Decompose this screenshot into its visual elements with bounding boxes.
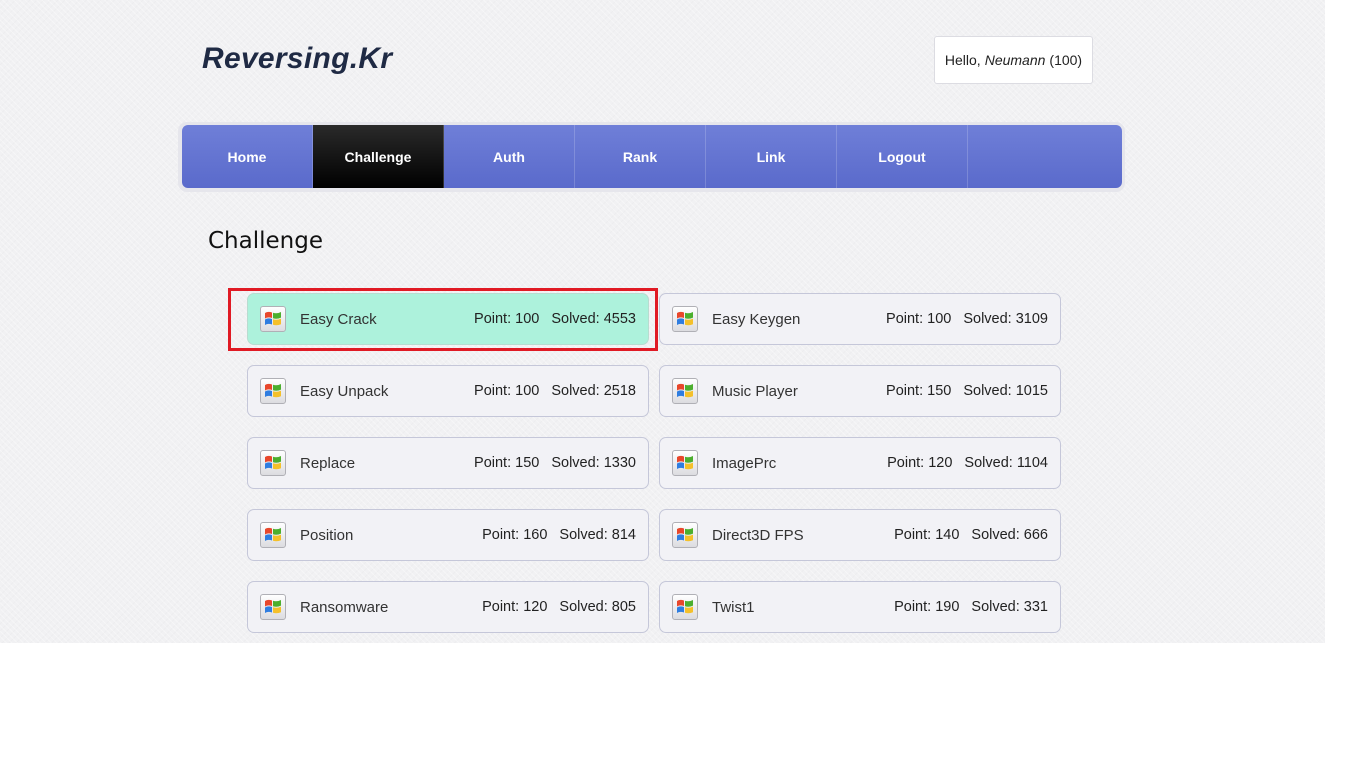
windows-logo-icon	[672, 522, 698, 548]
challenge-solved: Solved: 2518	[551, 383, 636, 399]
challenge-point: Point: 150	[474, 455, 540, 471]
challenge-card[interactable]: ImagePrc Point: 120 Solved: 1104	[659, 437, 1061, 489]
challenge-point: Point: 150	[886, 383, 952, 399]
nav-challenge[interactable]: Challenge	[313, 125, 444, 188]
challenge-card[interactable]: Easy Unpack Point: 100 Solved: 2518	[247, 365, 649, 417]
main-nav: Home Challenge Auth Rank Link Logout	[182, 125, 1122, 188]
challenge-solved: Solved: 331	[971, 599, 1048, 615]
challenge-card[interactable]: Music Player Point: 150 Solved: 1015	[659, 365, 1061, 417]
challenge-point: Point: 120	[482, 599, 548, 615]
windows-logo-icon	[260, 594, 286, 620]
challenge-point: Point: 140	[894, 527, 960, 543]
challenge-solved: Solved: 3109	[963, 311, 1048, 327]
challenge-point: Point: 100	[886, 311, 952, 327]
windows-logo-icon	[672, 378, 698, 404]
challenge-card[interactable]: Twist1 Point: 190 Solved: 331	[659, 581, 1061, 633]
challenge-point: Point: 120	[887, 455, 953, 471]
challenge-point: Point: 100	[474, 383, 540, 399]
challenge-solved: Solved: 1104	[964, 455, 1048, 471]
challenge-point: Point: 160	[482, 527, 548, 543]
windows-logo-icon	[672, 306, 698, 332]
challenge-name: Music Player	[712, 382, 798, 400]
challenge-card[interactable]: Easy Keygen Point: 100 Solved: 3109	[659, 293, 1061, 345]
challenge-name: Easy Keygen	[712, 310, 801, 328]
nav-home[interactable]: Home	[182, 125, 313, 188]
windows-logo-icon	[672, 594, 698, 620]
nav-logout[interactable]: Logout	[837, 125, 968, 188]
user-greeting-box: Hello, Neumann (100)	[934, 36, 1093, 84]
challenge-name: Easy Unpack	[300, 382, 389, 400]
challenge-name: Twist1	[712, 598, 755, 616]
challenge-card[interactable]: Position Point: 160 Solved: 814	[247, 509, 649, 561]
user-score: (100)	[1049, 52, 1083, 68]
challenge-card[interactable]: Ransomware Point: 120 Solved: 805	[247, 581, 649, 633]
username[interactable]: Neumann	[985, 52, 1046, 68]
challenge-solved: Solved: 814	[559, 527, 636, 543]
windows-logo-icon	[672, 450, 698, 476]
windows-logo-icon	[260, 522, 286, 548]
challenge-card[interactable]: Replace Point: 150 Solved: 1330	[247, 437, 649, 489]
nav-rank[interactable]: Rank	[575, 125, 706, 188]
site-logo[interactable]: Reversing.Kr	[202, 42, 392, 76]
page-title: Challenge	[208, 228, 323, 254]
challenge-name: Ransomware	[300, 598, 389, 616]
greeting-text: Hello,	[944, 52, 981, 68]
windows-logo-icon	[260, 378, 286, 404]
challenge-point: Point: 190	[894, 599, 960, 615]
challenge-name: Position	[300, 526, 354, 544]
windows-logo-icon	[260, 450, 286, 476]
challenge-card[interactable]: Direct3D FPS Point: 140 Solved: 666	[659, 509, 1061, 561]
challenge-solved: Solved: 666	[971, 527, 1048, 543]
challenge-name: Replace	[300, 454, 356, 472]
nav-link[interactable]: Link	[706, 125, 837, 188]
nav-auth[interactable]: Auth	[444, 125, 575, 188]
challenge-solved: Solved: 805	[559, 599, 636, 615]
challenge-name: ImagePrc	[712, 454, 777, 472]
selection-outline	[228, 288, 658, 351]
challenge-solved: Solved: 1330	[551, 455, 636, 471]
challenge-solved: Solved: 1015	[963, 383, 1048, 399]
challenge-name: Direct3D FPS	[712, 526, 804, 544]
